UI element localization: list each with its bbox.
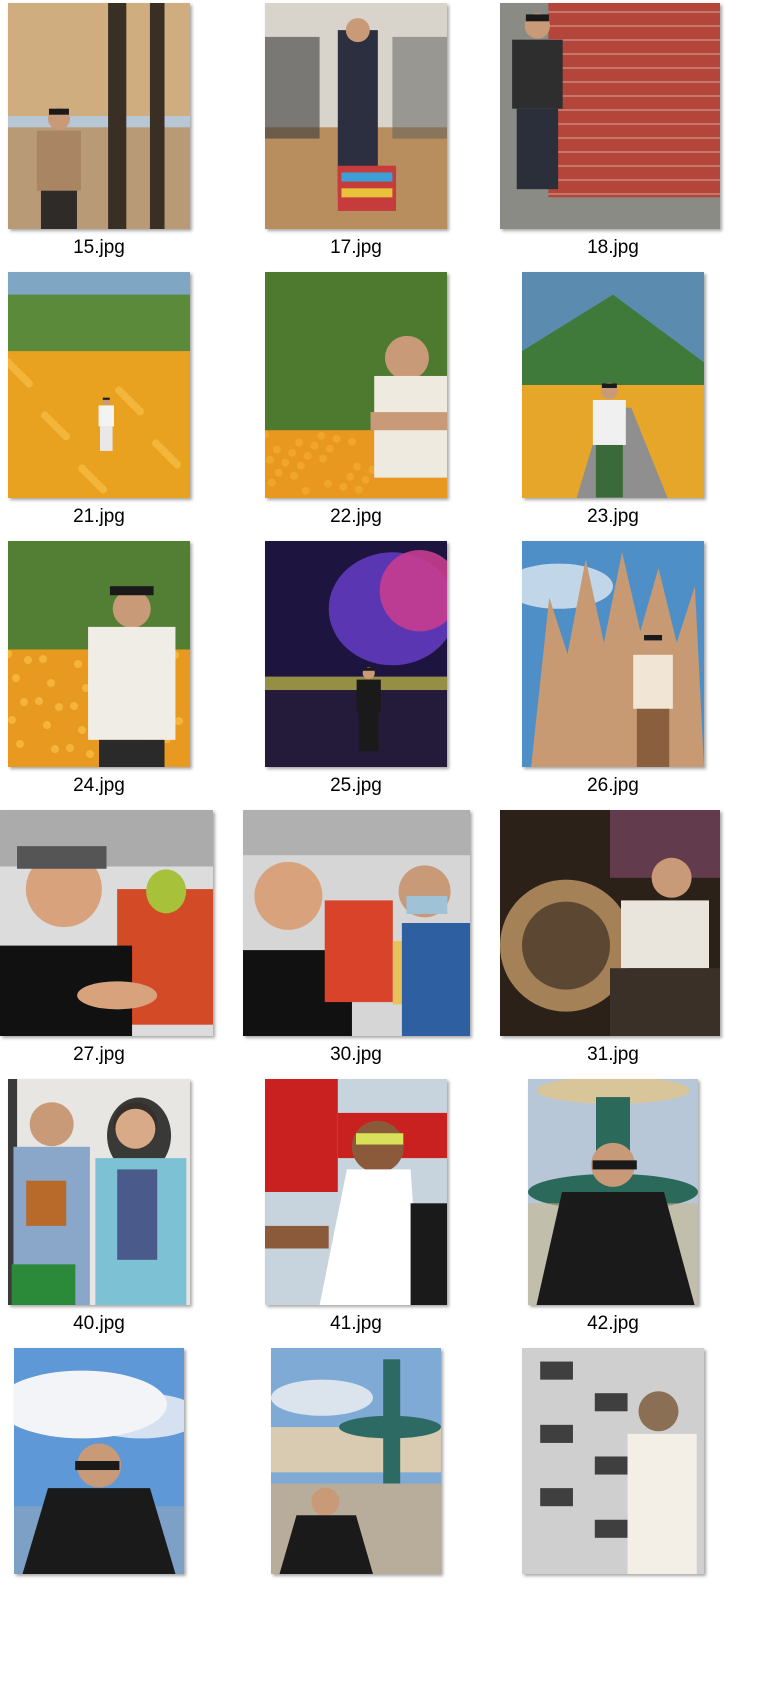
photo-thumbnail-icon[interactable] bbox=[500, 3, 720, 229]
file-name-label[interactable]: 31.jpg bbox=[513, 1044, 713, 1066]
photo-thumbnail-icon[interactable] bbox=[522, 1348, 704, 1574]
file-name-label[interactable]: 41.jpg bbox=[256, 1313, 456, 1335]
file-name-label[interactable]: 42.jpg bbox=[513, 1313, 713, 1335]
photo-thumbnail-icon[interactable] bbox=[271, 1348, 441, 1574]
file-name-label[interactable]: 21.jpg bbox=[0, 506, 199, 528]
photo-thumbnail-icon[interactable] bbox=[8, 272, 190, 498]
photo-thumbnail-icon[interactable] bbox=[265, 541, 447, 767]
file-name-label[interactable]: 22.jpg bbox=[256, 506, 456, 528]
file-name-label[interactable]: 15.jpg bbox=[0, 237, 199, 259]
file-name-label[interactable]: 17.jpg bbox=[256, 237, 456, 259]
photo-thumbnail-icon[interactable] bbox=[522, 541, 704, 767]
photo-thumbnail-icon[interactable] bbox=[0, 810, 213, 1036]
photo-thumbnail-icon[interactable] bbox=[14, 1348, 184, 1574]
photo-thumbnail-icon[interactable] bbox=[265, 1079, 447, 1305]
file-name-label[interactable]: 26.jpg bbox=[513, 775, 713, 797]
file-name-label[interactable]: 25.jpg bbox=[256, 775, 456, 797]
photo-thumbnail-icon[interactable] bbox=[265, 272, 447, 498]
photo-thumbnail-icon[interactable] bbox=[243, 810, 470, 1036]
photo-thumbnail-icon[interactable] bbox=[8, 3, 190, 229]
photo-thumbnail-icon[interactable] bbox=[8, 1079, 190, 1305]
photo-thumbnail-icon[interactable] bbox=[8, 541, 190, 767]
file-name-label[interactable]: 30.jpg bbox=[256, 1044, 456, 1066]
photo-thumbnail-icon[interactable] bbox=[522, 272, 704, 498]
photo-thumbnail-icon[interactable] bbox=[265, 3, 447, 229]
file-thumbnail-grid: 15.jpg 17.jpg 18.jpg 21.jpg 22.jpg 23.jpg 24.j… bbox=[0, 0, 774, 1689]
file-name-label[interactable]: 24.jpg bbox=[0, 775, 199, 797]
file-name-label[interactable]: 18.jpg bbox=[513, 237, 713, 259]
photo-thumbnail-icon[interactable] bbox=[528, 1079, 698, 1305]
file-name-label[interactable]: 40.jpg bbox=[0, 1313, 199, 1335]
file-name-label[interactable]: 27.jpg bbox=[0, 1044, 199, 1066]
file-name-label[interactable]: 23.jpg bbox=[513, 506, 713, 528]
photo-thumbnail-icon[interactable] bbox=[500, 810, 720, 1036]
